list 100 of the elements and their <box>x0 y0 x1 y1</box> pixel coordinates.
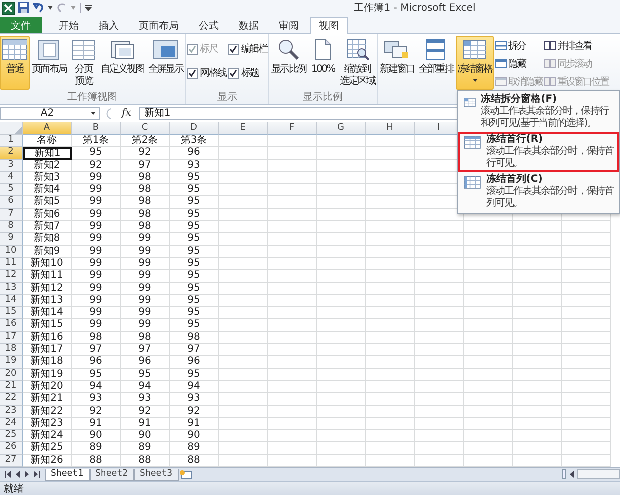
column-header[interactable]: G <box>317 122 366 135</box>
row-header[interactable]: 16 <box>0 319 23 332</box>
insert-function-button[interactable]: fx <box>118 108 136 119</box>
caret-icon[interactable] <box>48 6 53 10</box>
table-cell <box>219 332 268 344</box>
column-header[interactable]: C <box>121 122 170 135</box>
ribbon-tab[interactable]: 公式 <box>190 17 228 33</box>
table-cell <box>219 135 268 148</box>
menu-item[interactable]: 冻结首列(C) 滚动工作表其余部分时，保持首列可见。 <box>458 172 619 212</box>
table-cell: 96 <box>72 356 121 369</box>
column-header[interactable]: F <box>268 122 317 135</box>
row-header[interactable]: 5 <box>0 184 23 196</box>
ribbon-tab[interactable]: 开始 <box>50 17 88 33</box>
table-cell: 99 <box>72 172 121 184</box>
ribbon-button[interactable]: 并排查看 <box>543 37 610 54</box>
ribbon-button[interactable]: 全部重排 <box>416 36 456 90</box>
checkbox[interactable]: 标题 <box>228 66 268 80</box>
row-header[interactable]: 6 <box>0 196 23 209</box>
horizontal-scrollbar[interactable] <box>562 469 620 480</box>
row-header[interactable]: 12 <box>0 270 23 283</box>
table-cell <box>464 294 513 308</box>
row-header[interactable]: 26 <box>0 442 23 455</box>
row-header[interactable]: 23 <box>0 406 23 418</box>
previous-sheet-icon[interactable] <box>15 471 21 478</box>
ribbon-tab[interactable]: 页面布局 <box>130 17 188 33</box>
checkbox[interactable]: 网格线 <box>187 66 226 80</box>
column-header[interactable]: E <box>219 122 268 135</box>
column-header[interactable]: A <box>23 122 72 135</box>
row-header[interactable]: 9 <box>0 233 23 246</box>
table-cell: 99 <box>121 307 170 320</box>
table-cell <box>513 393 562 406</box>
table-cell <box>219 282 268 295</box>
undo-icon[interactable] <box>33 2 45 14</box>
sheet-tab[interactable]: Sheet1 <box>45 468 90 481</box>
last-sheet-icon[interactable] <box>33 471 41 478</box>
row-header[interactable]: 19 <box>0 356 23 369</box>
column-header[interactable]: D <box>170 122 219 135</box>
insert-sheet-icon[interactable] <box>178 470 193 480</box>
name-box[interactable]: A2 <box>0 107 100 120</box>
column-header[interactable]: B <box>72 122 121 135</box>
checkbox[interactable]: 编辑栏 <box>228 42 268 56</box>
ribbon-tab[interactable]: 插入 <box>90 17 128 33</box>
ribbon-tab[interactable]: 审阅 <box>270 17 308 33</box>
ribbon-button[interactable]: 100% <box>308 36 338 90</box>
ribbon-button[interactable]: 页面布局 <box>30 36 69 90</box>
table-cell <box>268 319 317 332</box>
ribbon-button[interactable]: 新建窗口 <box>378 36 417 90</box>
ribbon-button[interactable]: 分页 预览 <box>68 36 99 90</box>
ribbon-tab[interactable]: 视图 <box>310 17 348 34</box>
spreadsheet-logo-icon[interactable] <box>2 2 15 14</box>
ribbon-button[interactable]: 全屏显示 <box>146 36 186 90</box>
table-cell <box>317 294 366 308</box>
sheet-tab[interactable]: Sheet3 <box>134 468 179 481</box>
row-header[interactable]: 20 <box>0 368 23 381</box>
ribbon-button[interactable]: 缩放到 选定区域 <box>338 36 377 90</box>
ribbon-tab[interactable]: 数据 <box>230 17 268 33</box>
row-header[interactable]: 22 <box>0 393 23 406</box>
table-cell: 99 <box>121 233 170 246</box>
splitter-grip-icon[interactable] <box>104 108 114 120</box>
row-header[interactable]: 3 <box>0 160 23 172</box>
save-icon[interactable] <box>18 2 30 14</box>
row-header[interactable]: 7 <box>0 208 23 222</box>
ribbon-button[interactable]: 自定义视图 <box>98 36 146 90</box>
row-header[interactable]: 10 <box>0 246 23 258</box>
row-header[interactable]: 18 <box>0 344 23 356</box>
split-window-icon <box>495 40 508 50</box>
table-cell <box>268 442 317 455</box>
row-header[interactable]: 25 <box>0 430 23 442</box>
first-sheet-icon[interactable] <box>4 471 12 478</box>
sheet-tab[interactable]: Sheet2 <box>90 468 134 481</box>
row-header[interactable]: 11 <box>0 258 23 270</box>
ribbon-button[interactable]: 拆分 <box>494 37 544 54</box>
table-cell: 97 <box>121 344 170 356</box>
row-header[interactable]: 24 <box>0 418 23 430</box>
table-cell: 95 <box>170 368 219 381</box>
row-header[interactable]: 14 <box>0 294 23 308</box>
row-header[interactable]: 15 <box>0 307 23 320</box>
row-header[interactable]: 2 <box>0 147 23 160</box>
ribbon-button[interactable]: 隐藏 <box>494 55 544 72</box>
ribbon-button[interactable]: 显示比例 <box>269 36 308 90</box>
row-header[interactable]: 17 <box>0 332 23 344</box>
file-tab[interactable]: 文件 <box>0 17 42 33</box>
dropdown-button[interactable]: 冻结窗格 <box>456 36 494 90</box>
row-header[interactable]: 8 <box>0 221 23 234</box>
row-header[interactable]: 1 <box>0 135 23 148</box>
grid-magnifier-icon <box>344 39 371 61</box>
row-header[interactable]: 27 <box>0 454 23 468</box>
table-cell <box>268 307 317 320</box>
table-cell <box>219 380 268 394</box>
next-sheet-icon[interactable] <box>24 471 30 478</box>
table-cell <box>317 344 366 356</box>
table-cell <box>562 332 611 344</box>
row-header[interactable]: 13 <box>0 282 23 295</box>
ribbon-button[interactable]: 普通 <box>0 36 30 90</box>
row-header[interactable]: 21 <box>0 380 23 394</box>
page-columns-icon <box>70 39 97 61</box>
column-header[interactable]: H <box>366 122 415 135</box>
customize-caret-icon[interactable] <box>85 4 92 12</box>
row-header[interactable]: 4 <box>0 172 23 184</box>
menu-item[interactable]: 冻结首行(R) 滚动工作表其余部分时，保持首行可见。 <box>458 132 619 172</box>
